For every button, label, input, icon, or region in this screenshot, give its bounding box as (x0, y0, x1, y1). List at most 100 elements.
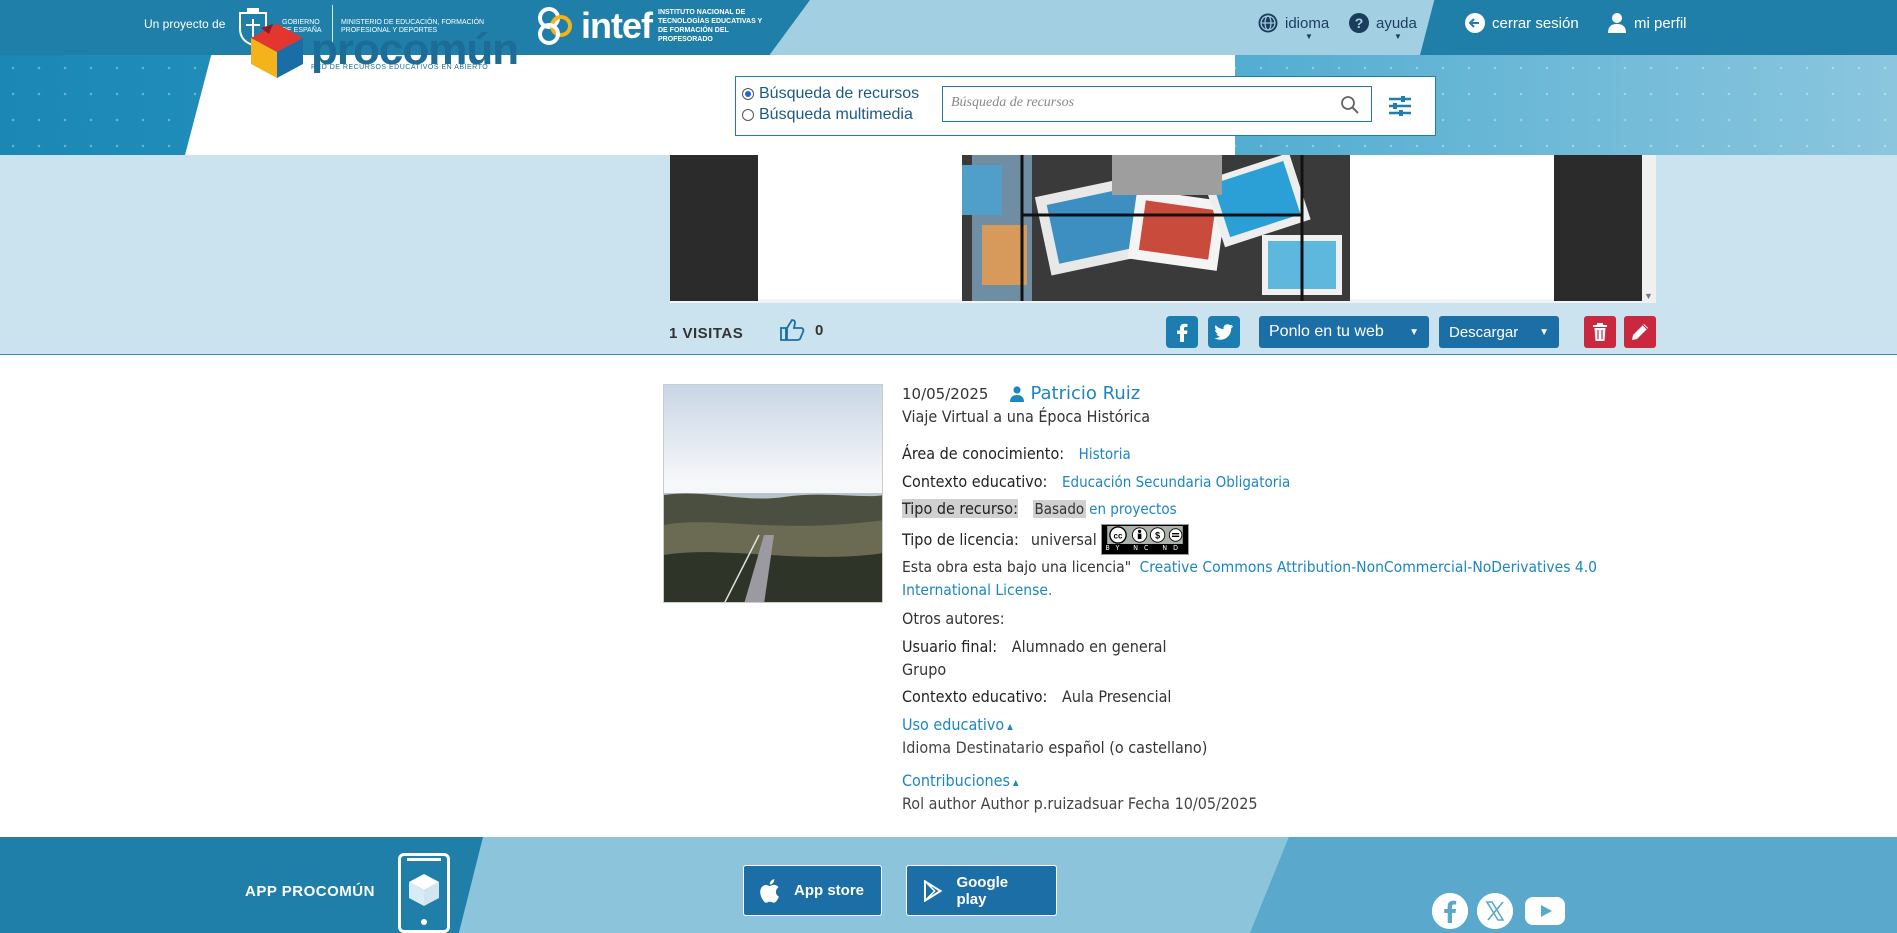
globe-icon (1257, 12, 1279, 34)
twitter-icon (1214, 324, 1234, 340)
svg-text:cc: cc (1113, 532, 1122, 541)
uso-educativo-link[interactable]: Uso educativo (902, 715, 1004, 734)
radio-selected[interactable] (742, 87, 754, 100)
logout-label: cerrar sesión (1492, 14, 1579, 32)
author-link[interactable]: Patricio Ruiz (1010, 383, 1140, 404)
download-button[interactable]: Descargar ▼ (1439, 316, 1559, 348)
radio-recursos[interactable]: Búsqueda de recursos (742, 83, 919, 104)
idioma-label: idioma (1285, 14, 1330, 32)
user-icon (1010, 385, 1025, 402)
proyecto-label: Un proyecto de (144, 17, 226, 31)
usuario-label: Usuario final: (902, 637, 998, 656)
otros-autores-label: Otros autores: (902, 609, 1005, 628)
contribuciones-toggle[interactable]: Contribuciones ▲ (902, 771, 1019, 790)
area-value-link[interactable]: Historia (1079, 445, 1131, 463)
grupo-value: Grupo (902, 660, 947, 679)
resource-title: Viaje Virtual a una Época Histórica (902, 407, 1151, 426)
scroll-down-icon[interactable]: ▼ (1644, 291, 1653, 301)
logout-icon (1464, 12, 1486, 34)
resource-preview-band: ▼ 1 VISITAS 0 Ponlo en tu web ▼ Descarga… (0, 155, 1897, 355)
x-icon (1477, 893, 1513, 929)
pencil-icon (1632, 324, 1648, 340)
visits-counter: 1 VISITAS (669, 325, 744, 342)
radio-multimedia-label: Búsqueda multimedia (759, 106, 913, 123)
contexto-label: Contexto educativo: (902, 472, 1048, 491)
logout-link[interactable]: cerrar sesión (1464, 12, 1579, 34)
intef-knot-icon (538, 7, 572, 45)
search-placeholder: Búsqueda de recursos (951, 95, 1075, 110)
profile-link[interactable]: mi perfil (1606, 12, 1687, 34)
contexto-value-link[interactable]: Educación Secundaria Obligatoria (1062, 473, 1290, 491)
ayuda-label: ayuda (1376, 14, 1417, 32)
logo-tagline: RED DE RECURSOS EDUCATIVOS EN ABIERTO (311, 64, 489, 71)
idioma-destinatario-value: español (o castellano) (1048, 738, 1208, 757)
usuario-value: Alumnado en general (1011, 637, 1167, 656)
licencia-label: Tipo de licencia: (902, 530, 1019, 549)
delete-button[interactable] (1584, 316, 1616, 348)
resource-thumbnail (663, 384, 883, 603)
tipo-value-link[interactable]: en proyectos (1089, 500, 1176, 518)
cc-license-text: BY NC ND (1105, 544, 1184, 552)
app-store-button[interactable]: App store (743, 865, 882, 916)
youtube-link[interactable] (1525, 897, 1565, 925)
procomun-logo[interactable]: procomún RED DE RECURSOS EDUCATIVOS EN A… (247, 20, 519, 80)
app-store-label: App store (794, 882, 865, 899)
facebook-link[interactable] (1432, 893, 1468, 929)
caret-up-icon: ▲ (1007, 722, 1013, 731)
user-icon (1606, 12, 1628, 34)
contribuciones-link[interactable]: Contribuciones (902, 771, 1010, 790)
x-twitter-link[interactable] (1477, 893, 1513, 929)
search-icon[interactable] (1340, 95, 1360, 115)
chevron-down-icon: ▼ (1394, 32, 1402, 41)
resource-date: 10/05/2025 (902, 384, 989, 403)
facebook-share-button[interactable] (1166, 316, 1198, 348)
area-label: Área de conocimiento: (902, 444, 1065, 463)
edit-button[interactable] (1624, 316, 1656, 348)
radio-unselected[interactable] (742, 108, 754, 121)
facebook-icon (1432, 893, 1468, 929)
radio-multimedia[interactable]: Búsqueda multimedia (742, 104, 919, 125)
twitter-share-button[interactable] (1208, 316, 1240, 348)
embed-button[interactable]: Ponlo en tu web ▼ (1259, 316, 1429, 348)
contribution-line: Rol author Author p.ruizadsuar Fecha 10/… (902, 794, 1258, 813)
chevron-down-icon: ▼ (1539, 326, 1549, 338)
viewer-scrollbar[interactable]: ▼ (1642, 155, 1656, 303)
postcards-image (962, 155, 1350, 301)
phone-icon (398, 853, 450, 933)
uso-educativo-toggle[interactable]: Uso educativo ▲ (902, 715, 1013, 734)
likes-count: 0 (815, 321, 824, 339)
embed-button-label: Ponlo en tu web (1269, 323, 1384, 340)
svg-text:$: $ (1155, 531, 1160, 541)
author-name: Patricio Ruiz (1030, 383, 1141, 404)
cc-by-nc-nd-badge[interactable]: cc $ BY NC ND (1100, 524, 1189, 555)
trash-icon (1593, 323, 1607, 341)
youtube-icon (1525, 897, 1565, 925)
ayuda-menu[interactable]: ? ayuda ▼ (1348, 12, 1417, 41)
thumbs-up-icon[interactable] (779, 318, 805, 342)
google-play-label: Google play (956, 873, 1009, 908)
help-icon: ? (1348, 12, 1370, 34)
obra-text: Esta obra esta bajo una licencia" (902, 558, 1132, 576)
google-play-button[interactable]: Google play (906, 865, 1057, 916)
intef-logo[interactable]: intef INSTITUTO NACIONAL DE TECNOLOGÍAS … (535, 4, 768, 48)
likes-counter[interactable]: 0 (779, 318, 823, 342)
filters-icon[interactable] (1387, 94, 1413, 118)
chevron-down-icon: ▼ (1409, 326, 1419, 338)
cc-license-link-continued[interactable]: International License. (902, 581, 1052, 599)
cube-logo-icon (251, 24, 303, 78)
facebook-icon (1177, 323, 1188, 342)
google-play-icon (923, 879, 943, 902)
search-mode-radios: Búsqueda de recursos Búsqueda multimedia (742, 83, 919, 125)
cc-license-link[interactable]: Creative Commons Attribution-NonCommerci… (1140, 558, 1598, 576)
licencia-value: universal (1030, 530, 1097, 549)
cc-license-icon: cc $ (1106, 526, 1183, 544)
search-input[interactable]: Búsqueda de recursos (942, 86, 1372, 122)
resource-viewer[interactable]: ▼ (670, 155, 1656, 303)
idioma-destinatario-label: Idioma Destinatario (902, 738, 1044, 757)
svg-text:?: ? (1355, 15, 1364, 31)
idioma-menu[interactable]: idioma ▼ (1257, 12, 1330, 41)
apple-icon (760, 878, 779, 903)
intef-word: intef (581, 5, 653, 46)
tipo-label: Tipo de recurso: (902, 499, 1018, 518)
intef-subtitle: INSTITUTO NACIONAL DE TECNOLOGÍAS EDUCAT… (658, 9, 763, 43)
